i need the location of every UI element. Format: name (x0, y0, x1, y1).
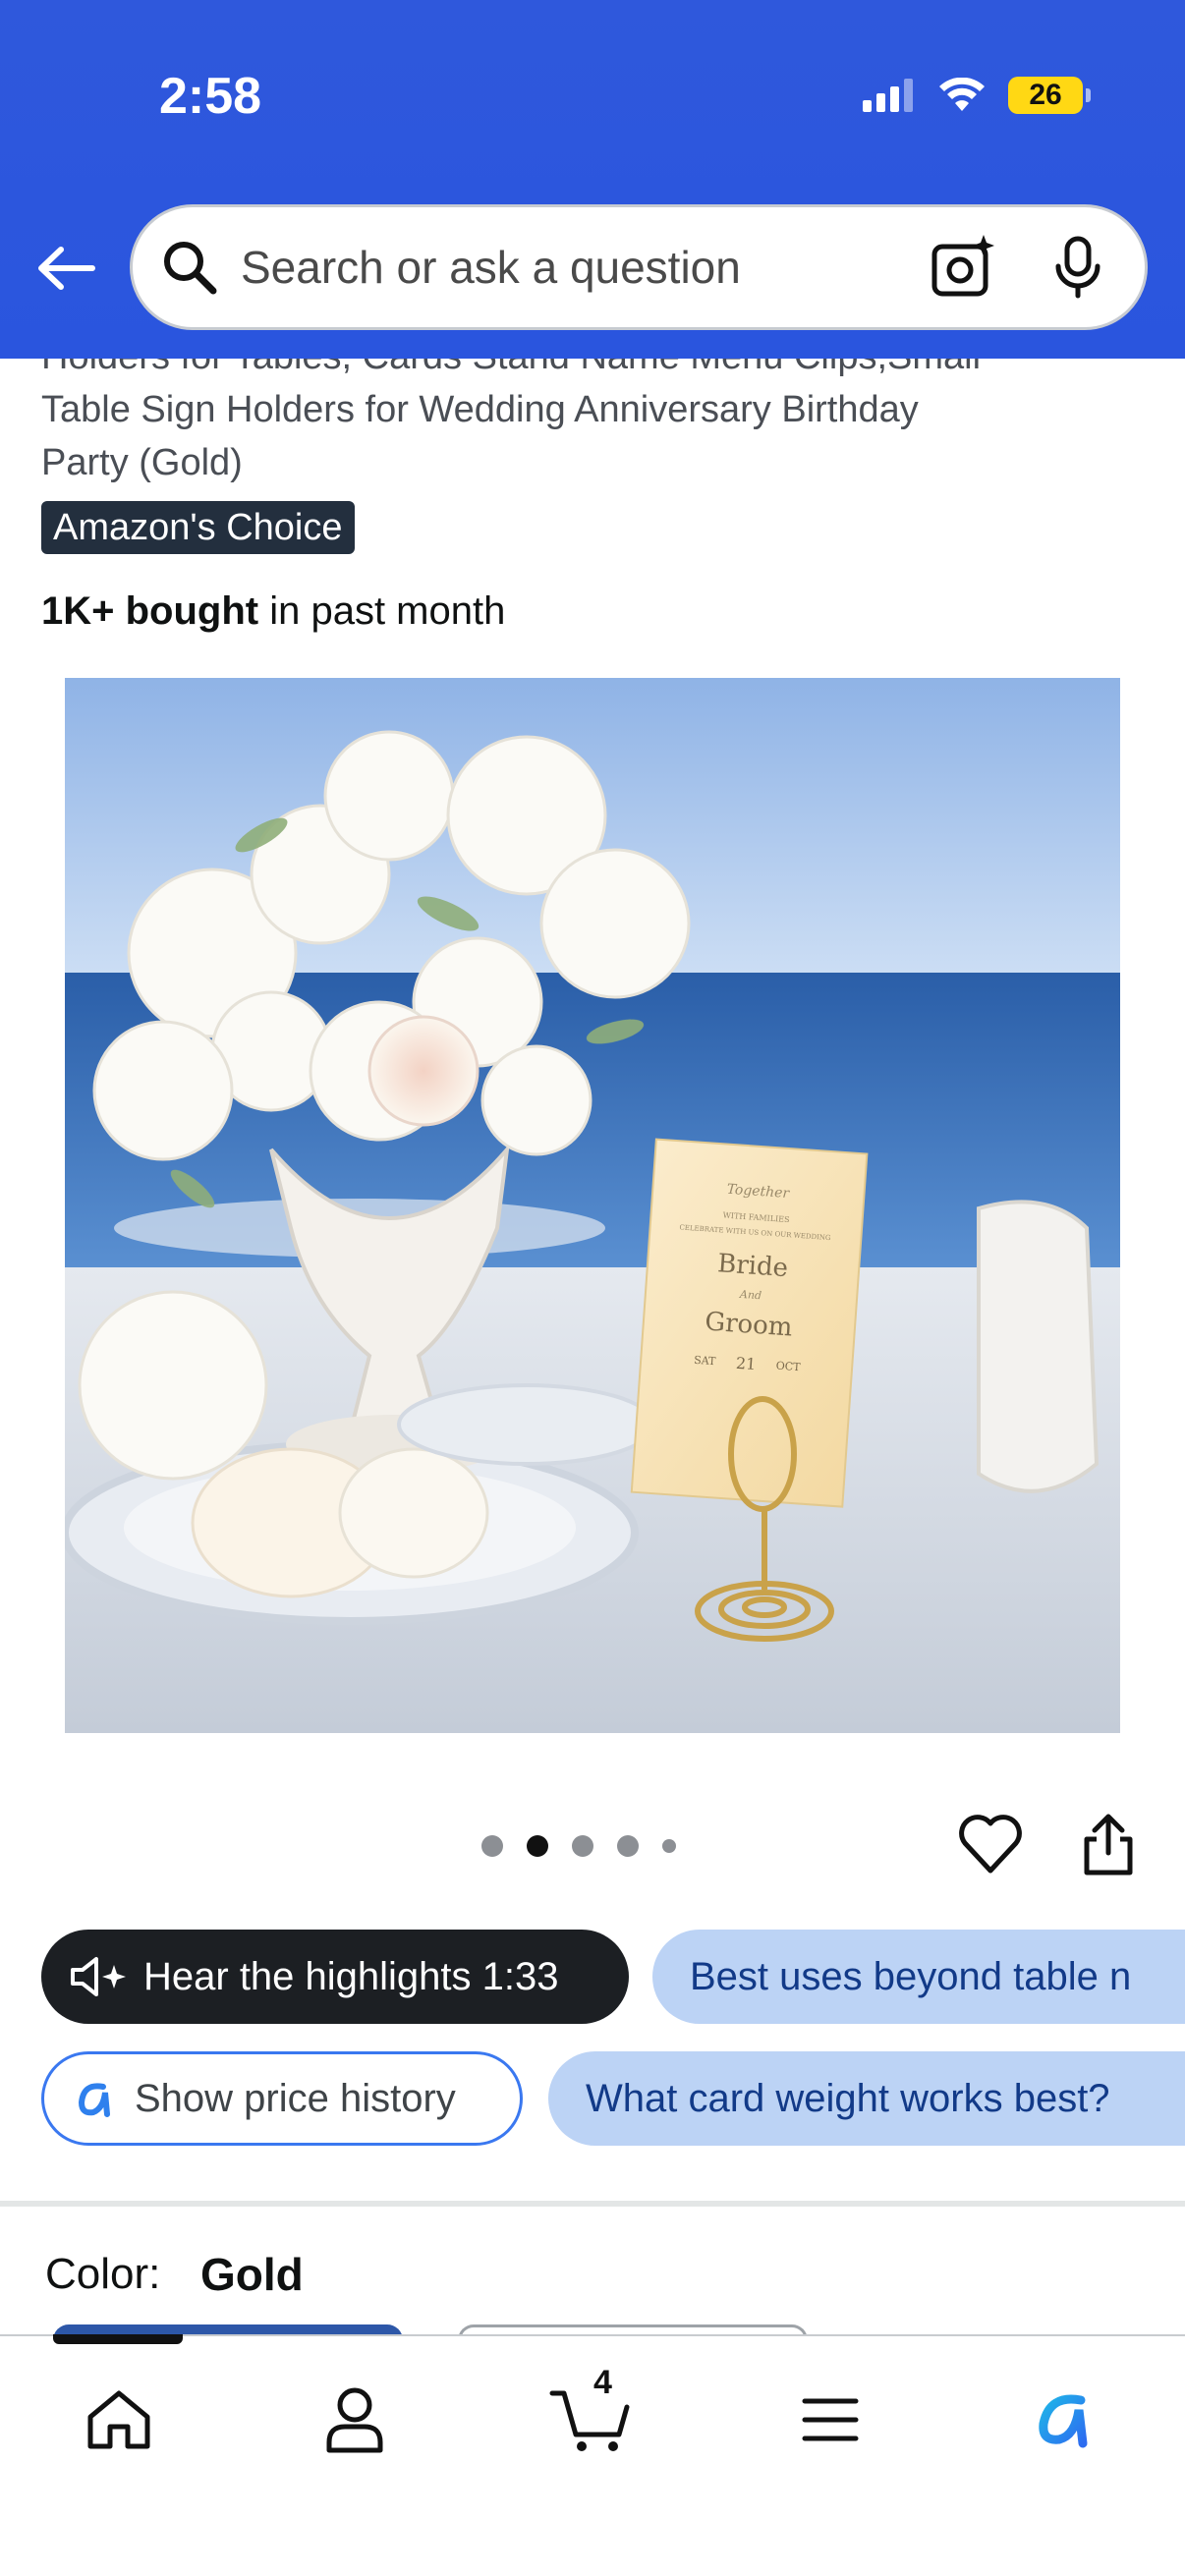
bought-count: 1K+ bought in past month (41, 589, 505, 634)
best-uses-label: Best uses beyond table n (690, 1954, 1132, 1998)
app-header: 2:58 26 Search or ask a question (0, 0, 1185, 359)
nav-account[interactable] (310, 2376, 399, 2464)
carousel-dots[interactable] (481, 1835, 676, 1857)
card-and: And (739, 1288, 762, 1303)
share-icon[interactable] (1079, 1812, 1138, 1876)
carousel-dot[interactable] (481, 1835, 503, 1857)
card-groom: Groom (704, 1307, 793, 1342)
menu-icon (802, 2398, 859, 2441)
hear-highlights-chip[interactable]: Hear the highlights 1:33 (41, 1930, 629, 2024)
rufus-assistant-icon (1039, 2394, 1088, 2448)
nav-home[interactable] (75, 2376, 163, 2464)
microphone-icon[interactable] (1048, 235, 1107, 300)
search-input[interactable]: Search or ask a question (241, 241, 929, 294)
heart-icon[interactable] (957, 1812, 1024, 1878)
status-icons: 26 (863, 71, 1091, 120)
nav-menu[interactable] (786, 2376, 875, 2464)
card-bride: Bride (716, 1249, 789, 1283)
product-title-line: Table Sign Holders for Wedding Anniversa… (41, 389, 919, 430)
price-history-chip[interactable]: Show price history (41, 2051, 523, 2146)
product-title-line: Party (Gold) (41, 442, 243, 483)
cart-icon (549, 2390, 630, 2451)
battery-indicator: 26 (1008, 77, 1091, 114)
best-uses-chip[interactable]: Best uses beyond table n (652, 1930, 1185, 2024)
card-date-left: SAT (694, 1354, 717, 1369)
search-bar[interactable]: Search or ask a question (130, 204, 1148, 330)
product-image[interactable]: Together WITH FAMILIES CELEBRATE WITH US… (65, 678, 1120, 1733)
card-date-mid: 21 (735, 1354, 757, 1373)
search-icon (164, 242, 217, 295)
card-date-right: OCT (775, 1360, 801, 1374)
carousel-dot[interactable] (617, 1835, 639, 1857)
cart-count: 4 (593, 2364, 612, 2401)
carousel-dot-active[interactable] (527, 1835, 548, 1857)
bought-count-bold: 1K+ bought (41, 589, 259, 633)
speaker-sparkle-icon (71, 1957, 126, 1996)
amazons-choice-badge[interactable]: Amazon's Choice (41, 501, 355, 554)
home-icon (87, 2390, 150, 2449)
price-history-label: Show price history (135, 2076, 456, 2120)
active-tab-indicator (53, 2334, 183, 2344)
hear-highlights-label: Hear the highlights 1:33 (143, 1954, 559, 1998)
status-time: 2:58 (159, 68, 262, 125)
rufus-logo-icon (78, 2083, 110, 2117)
wifi-icon (939, 78, 985, 111)
card-weight-label: What card weight works best? (586, 2076, 1110, 2120)
color-label: Color: (45, 2250, 161, 2298)
person-icon (326, 2387, 383, 2453)
bottom-nav: 4 (0, 2334, 1185, 2576)
color-value: Gold (200, 2249, 304, 2300)
nav-rufus[interactable] (1022, 2376, 1110, 2464)
back-arrow-icon[interactable] (33, 236, 98, 301)
bought-count-rest: in past month (258, 589, 506, 633)
card-weight-chip[interactable]: What card weight works best? (548, 2051, 1185, 2146)
carousel-dot[interactable] (572, 1835, 593, 1857)
carousel-dot[interactable] (662, 1839, 676, 1853)
product-photo: Together WITH FAMILIES CELEBRATE WITH US… (65, 678, 1120, 1733)
cellular-signal-icon (863, 79, 913, 112)
section-divider (0, 2201, 1185, 2207)
camera-lens-icon[interactable] (929, 233, 997, 302)
nav-cart[interactable] (546, 2376, 635, 2464)
